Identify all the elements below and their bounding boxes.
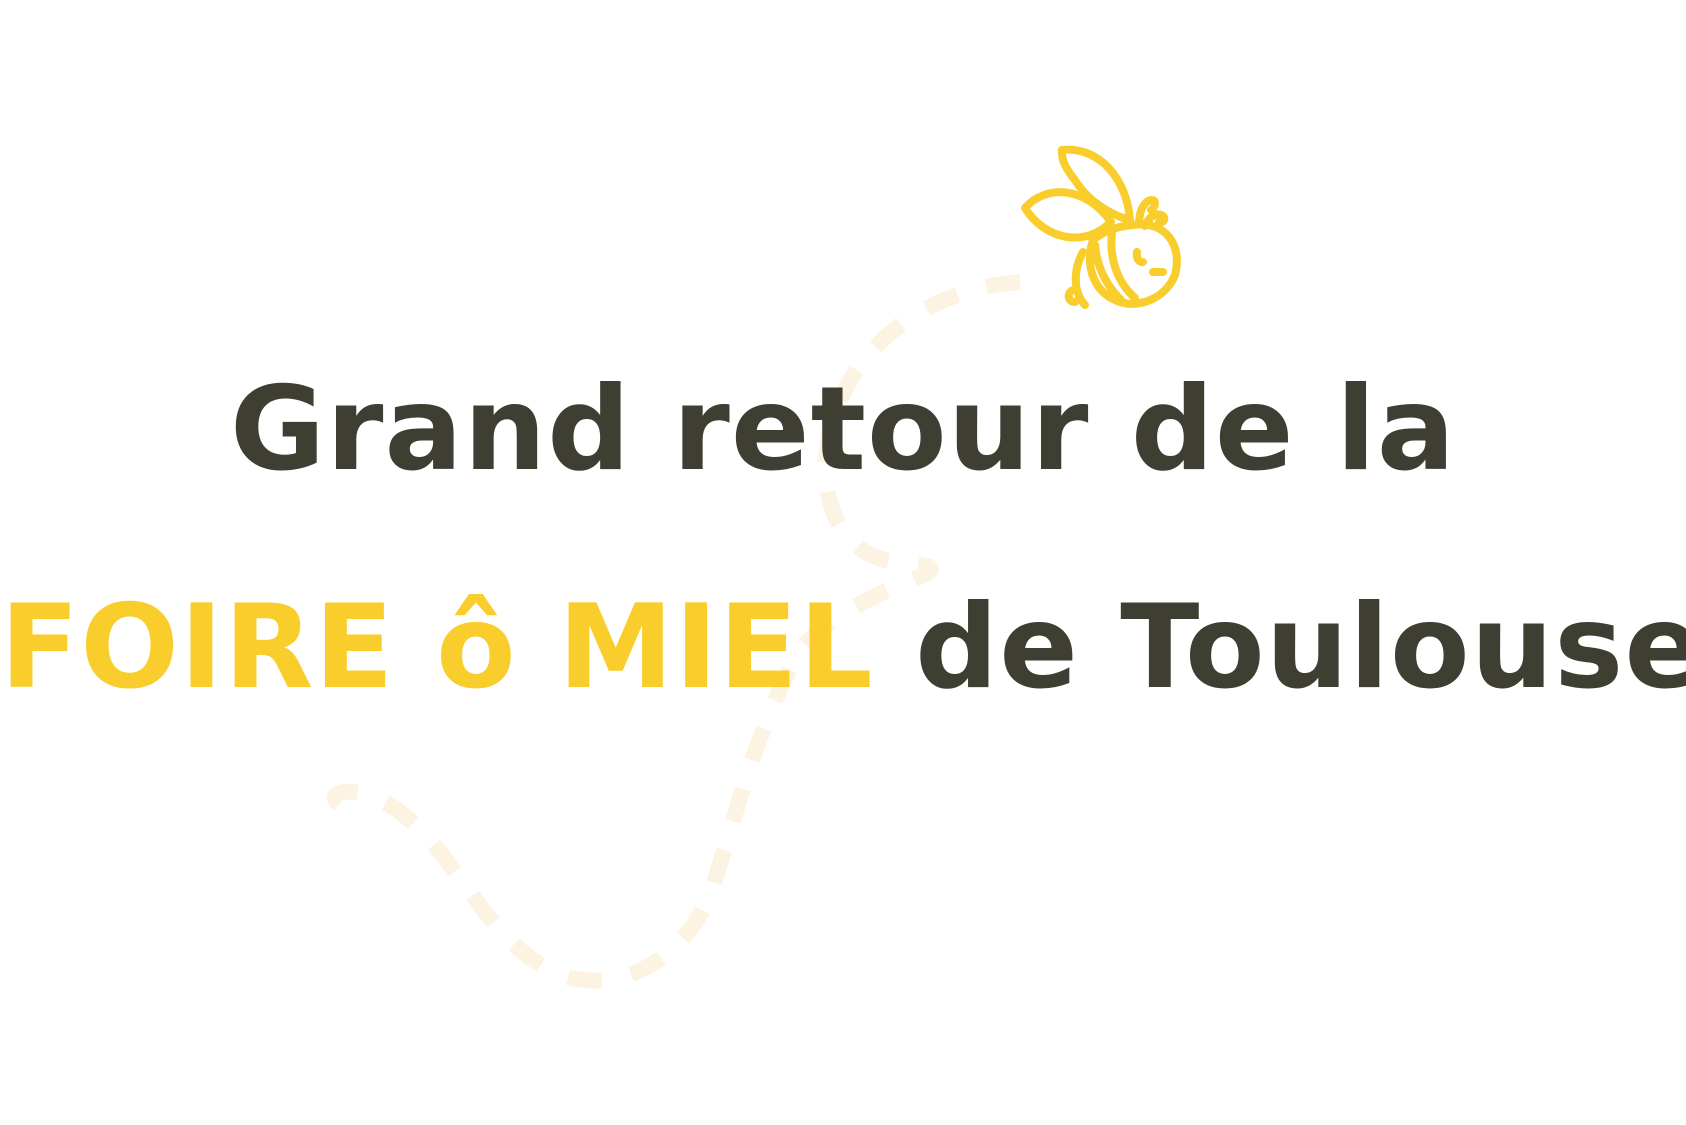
headline-line-2: FOIRE ô MIEL de Toulouse !! [0, 590, 1686, 706]
event-location: de Toulouse !! [915, 580, 1686, 715]
announcement-banner: Grand retour de la FOIRE ô MIEL de Toulo… [0, 0, 1686, 1125]
bee-icon [1021, 145, 1181, 309]
headline-line-1: Grand retour de la [229, 362, 1457, 497]
event-name: FOIRE ô MIEL [0, 580, 874, 715]
dashed-flight-path [326, 274, 1021, 989]
